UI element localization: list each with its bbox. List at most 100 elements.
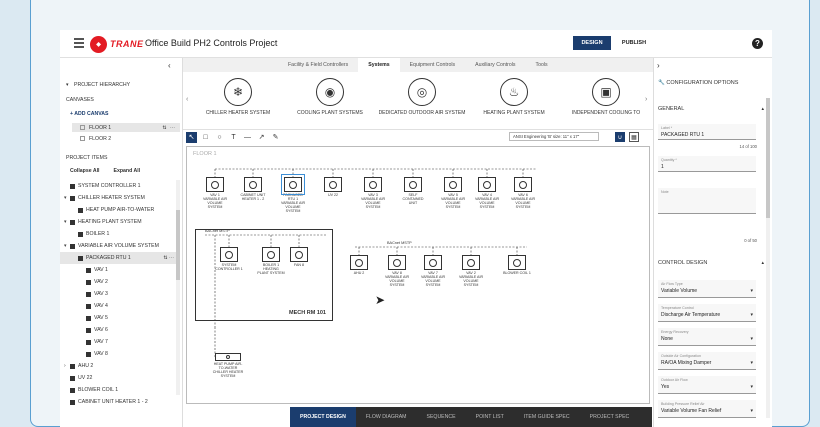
canvas-device[interactable]: FAN 8: [285, 247, 313, 268]
tree-item[interactable]: BOILER 1: [60, 228, 176, 240]
canvas-item-floor-1[interactable]: FLOOR 1 ⇅ ⋯: [72, 123, 180, 132]
collapse-all-button[interactable]: Collapse All: [70, 168, 100, 174]
canvas-device[interactable]: UV 22: [319, 177, 347, 198]
expand-all-button[interactable]: Expand All: [114, 168, 141, 174]
right-scrollbar[interactable]: [766, 98, 770, 418]
bottom-tab[interactable]: PROJECT SPEC: [580, 407, 640, 427]
canvas-tools-icon[interactable]: ⇅ ⋯: [162, 125, 176, 131]
tree-item[interactable]: ▾ CHILLER HEATER SYSTEM: [60, 192, 176, 204]
publish-button[interactable]: PUBLISH: [618, 36, 650, 50]
bottom-tab[interactable]: PROJECT DESIGN: [290, 407, 356, 427]
canvas-device[interactable]: VAV 6 VARIABLE AIR VOLUME SYSTEM: [509, 177, 537, 210]
config-select[interactable]: Building Pressure Relief Air Variable Vol…: [658, 400, 756, 418]
catalog-item[interactable]: ◉ COOLING PLANT SYSTEMS: [285, 78, 375, 116]
config-select[interactable]: Temperature Control Discharge Air Tempera…: [658, 304, 756, 322]
canvas-device[interactable]: VAV 1 VARIABLE AIR VOLUME SYSTEM: [201, 177, 229, 210]
canvas-device[interactable]: BOILER 1 HEATING PLANT SYSTEM: [257, 247, 285, 276]
add-canvas-button[interactable]: + ADD CANVAS: [70, 111, 108, 117]
select-tool-icon[interactable]: ↖: [186, 131, 197, 143]
chevron-up-icon[interactable]: ▴: [761, 260, 764, 266]
circle-tool-icon[interactable]: ○: [214, 132, 225, 143]
library-tab[interactable]: Tools: [526, 58, 558, 72]
canvas-device[interactable]: CABINET UNIT HEATER 1 - 2: [239, 177, 267, 202]
general-section[interactable]: GENERAL: [658, 106, 684, 112]
canvas-device[interactable]: VAV 8 VARIABLE AIR VOLUME SYSTEM: [383, 255, 411, 288]
checkbox-icon[interactable]: [80, 136, 85, 141]
canvas-device[interactable]: VAV 2 VARIABLE AIR VOLUME SYSTEM: [457, 255, 485, 288]
collapse-right-icon[interactable]: ›: [657, 61, 660, 70]
canvas-device[interactable]: BLOWER COIL 1: [503, 255, 531, 276]
design-canvas[interactable]: FLOOR 1 BACnet MSTP BACnet MSTP VAV 1 VA…: [186, 146, 650, 404]
item-tools-icon[interactable]: ⇅ ⋯: [163, 255, 174, 261]
rectangle-tool-icon[interactable]: □: [200, 132, 211, 143]
config-select[interactable]: Energy Recovery None ▾: [658, 328, 756, 346]
canvas-device[interactable]: PACKAGED RTU 1 VARIABLE AIR VOLUME SYSTE…: [279, 174, 307, 214]
label-field[interactable]: Label * PACKAGED RTU 1: [658, 124, 756, 140]
catalog-item[interactable]: ▣ INDEPENDENT COOLING TO: [561, 78, 651, 116]
text-tool-icon[interactable]: T: [228, 132, 239, 143]
tree-item[interactable]: HEAT PUMP AIR-TO-WATER: [60, 204, 176, 216]
project-title: Office Build PH2 Controls Project: [145, 38, 278, 48]
note-field[interactable]: Note: [658, 188, 756, 214]
library-tab[interactable]: Systems: [358, 58, 400, 72]
catalog-prev-icon[interactable]: ‹: [186, 96, 188, 103]
canvas-device[interactable]: SELF CONTAINED UNIT: [399, 177, 427, 206]
tree-item[interactable]: › AHU 2: [60, 360, 176, 372]
tree-item[interactable]: CABINET UNIT HEATER 1 - 2: [60, 396, 176, 408]
tree-item[interactable]: VAV 3: [60, 288, 176, 300]
tree-item[interactable]: BLOWER COIL 1: [60, 384, 176, 396]
tree-item[interactable]: UV 22: [60, 372, 176, 384]
canvas-device[interactable]: VAV 7 VARIABLE AIR VOLUME SYSTEM: [419, 255, 447, 288]
library-tab[interactable]: Auxiliary Controls: [465, 58, 525, 72]
control-design-section[interactable]: CONTROL DESIGN: [658, 260, 707, 266]
canvas-device[interactable]: VAV 5 VARIABLE AIR VOLUME SYSTEM: [439, 177, 467, 210]
canvas-item-floor-2[interactable]: FLOOR 2: [72, 134, 180, 143]
menu-icon[interactable]: [74, 38, 84, 48]
chevron-up-icon[interactable]: ▴: [761, 106, 764, 112]
config-select[interactable]: Air Flow Type Variable Volume ▾: [658, 280, 756, 298]
config-select[interactable]: Outdoor Air Flow Yes ▾: [658, 376, 756, 394]
collapse-left-icon[interactable]: ‹: [168, 61, 171, 70]
library-tab[interactable]: Equipment Controls: [400, 58, 466, 72]
catalog-item[interactable]: ◎ DEDICATED OUTDOOR AIR SYSTEM: [377, 78, 467, 116]
canvas-device[interactable]: VAV 3 VARIABLE AIR VOLUME SYSTEM: [359, 177, 387, 210]
tree-item[interactable]: VAV 2: [60, 276, 176, 288]
canvas-device[interactable]: AHU 2: [345, 255, 373, 276]
tree-item[interactable]: VAV 8: [60, 348, 176, 360]
bottom-tab[interactable]: SEQUENCE: [416, 407, 465, 427]
quantity-field[interactable]: Quantity * 1: [658, 156, 756, 172]
bottom-tab[interactable]: POINT LIST: [466, 407, 514, 427]
scale-select[interactable]: ANSI Engineering 'B' size: 11" x 17": [509, 132, 599, 141]
catalog-next-icon[interactable]: ›: [645, 96, 647, 103]
tree-item[interactable]: SYSTEM CONTROLLER 1: [60, 180, 176, 192]
project-hierarchy-header[interactable]: ▾ PROJECT HIERARCHY: [60, 80, 183, 90]
tree-item[interactable]: VAV 6: [60, 324, 176, 336]
design-button[interactable]: DESIGN: [573, 36, 611, 50]
grid-icon[interactable]: ▦: [629, 132, 639, 142]
device-heat-pump[interactable]: HEAT PUMP AIR-TO-WATER CHILLER HEATER SY…: [211, 353, 245, 379]
pen-tool-icon[interactable]: ✎: [270, 132, 281, 143]
tree-item[interactable]: PACKAGED RTU 1 ⇅ ⋯: [60, 252, 176, 264]
tree-item[interactable]: ▾ VARIABLE AIR VOLUME SYSTEM: [60, 240, 176, 252]
catalog-item[interactable]: ❄ CHILLER HEATER SYSTEM: [193, 78, 283, 116]
tree-item[interactable]: VAV 4: [60, 300, 176, 312]
curve-tool-icon[interactable]: ↗: [256, 132, 267, 143]
config-select[interactable]: Outside Air Configuration RA/OA Mixing Da…: [658, 352, 756, 370]
canvas-device[interactable]: VAV 4 VARIABLE AIR VOLUME SYSTEM: [473, 177, 501, 210]
catalog-item[interactable]: ♨ HEATING PLANT SYSTEM: [469, 78, 559, 116]
help-icon[interactable]: ?: [752, 38, 763, 49]
bottom-tab[interactable]: FLOW DIAGRAM: [356, 407, 417, 427]
library-tab[interactable]: Facility & Field Controllers: [278, 58, 358, 72]
bottom-tab[interactable]: ITEM GUIDE SPEC: [514, 407, 580, 427]
device-icon: [409, 180, 417, 189]
line-tool-icon[interactable]: —: [242, 132, 253, 143]
left-scrollbar[interactable]: [176, 180, 180, 395]
tree-item[interactable]: VAV 5: [60, 312, 176, 324]
magnet-icon[interactable]: ∪: [615, 132, 625, 142]
tree-item[interactable]: VAV 7: [60, 336, 176, 348]
system-icon: ◉: [316, 78, 344, 106]
tree-item[interactable]: ▾ HEATING PLANT SYSTEM: [60, 216, 176, 228]
canvas-device[interactable]: SYSTEM CONTROLLER 1: [215, 247, 243, 272]
checkbox-icon[interactable]: [80, 125, 85, 130]
tree-item[interactable]: VAV 1: [60, 264, 176, 276]
